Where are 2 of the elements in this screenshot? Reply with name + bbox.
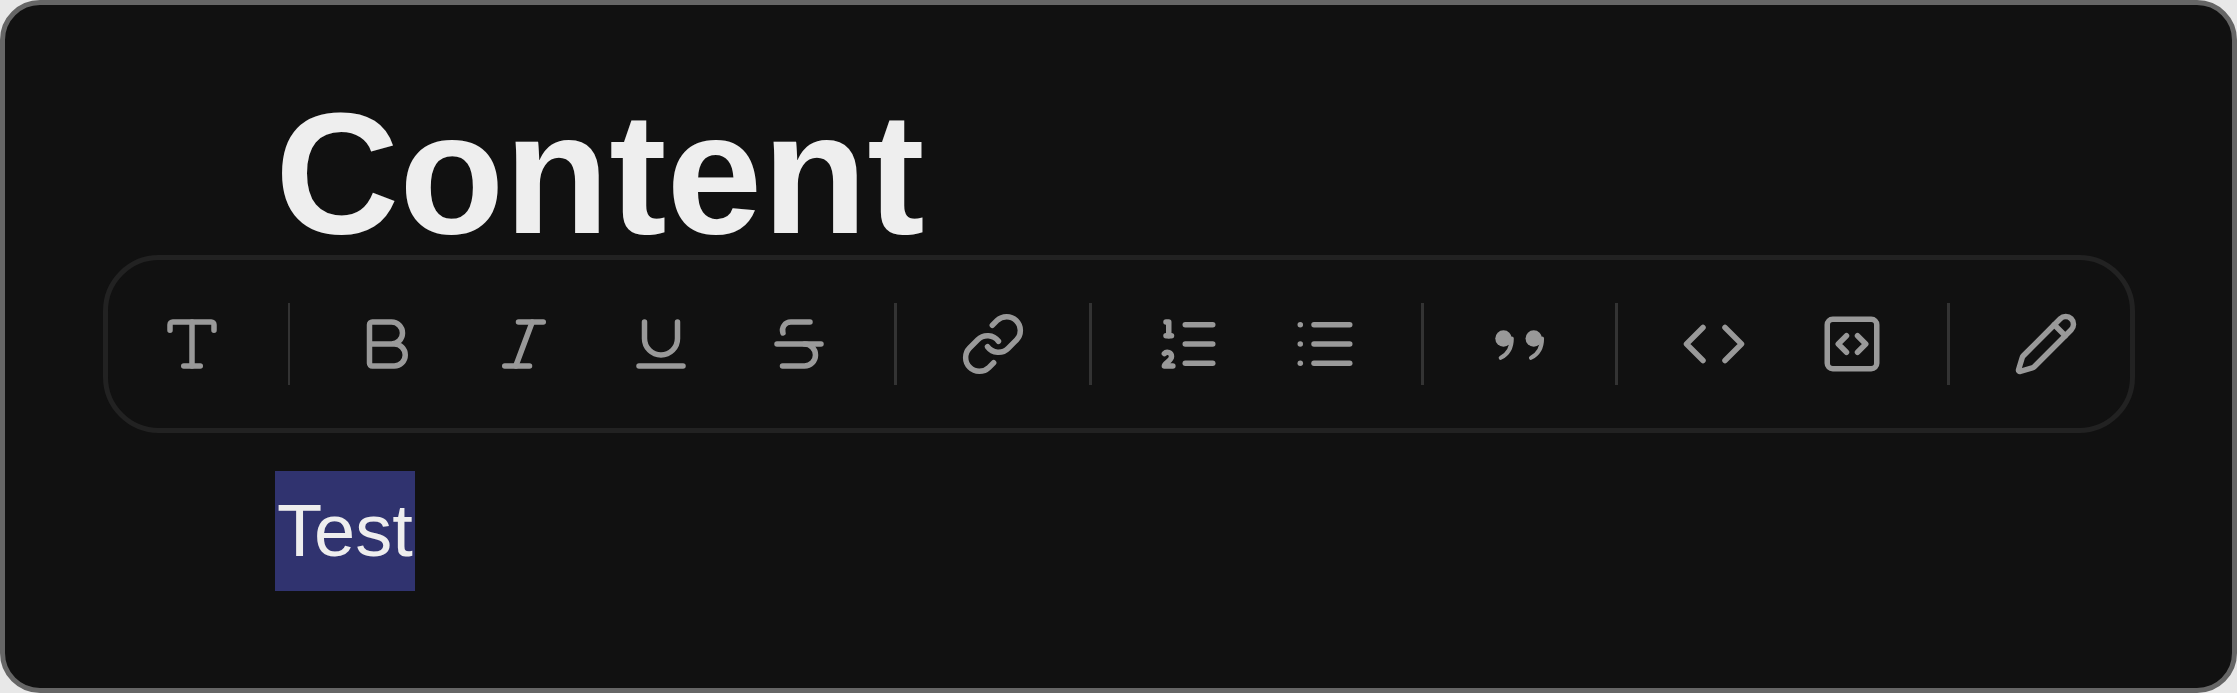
page-title: Content xyxy=(275,83,925,263)
body-text: Test xyxy=(275,471,415,591)
